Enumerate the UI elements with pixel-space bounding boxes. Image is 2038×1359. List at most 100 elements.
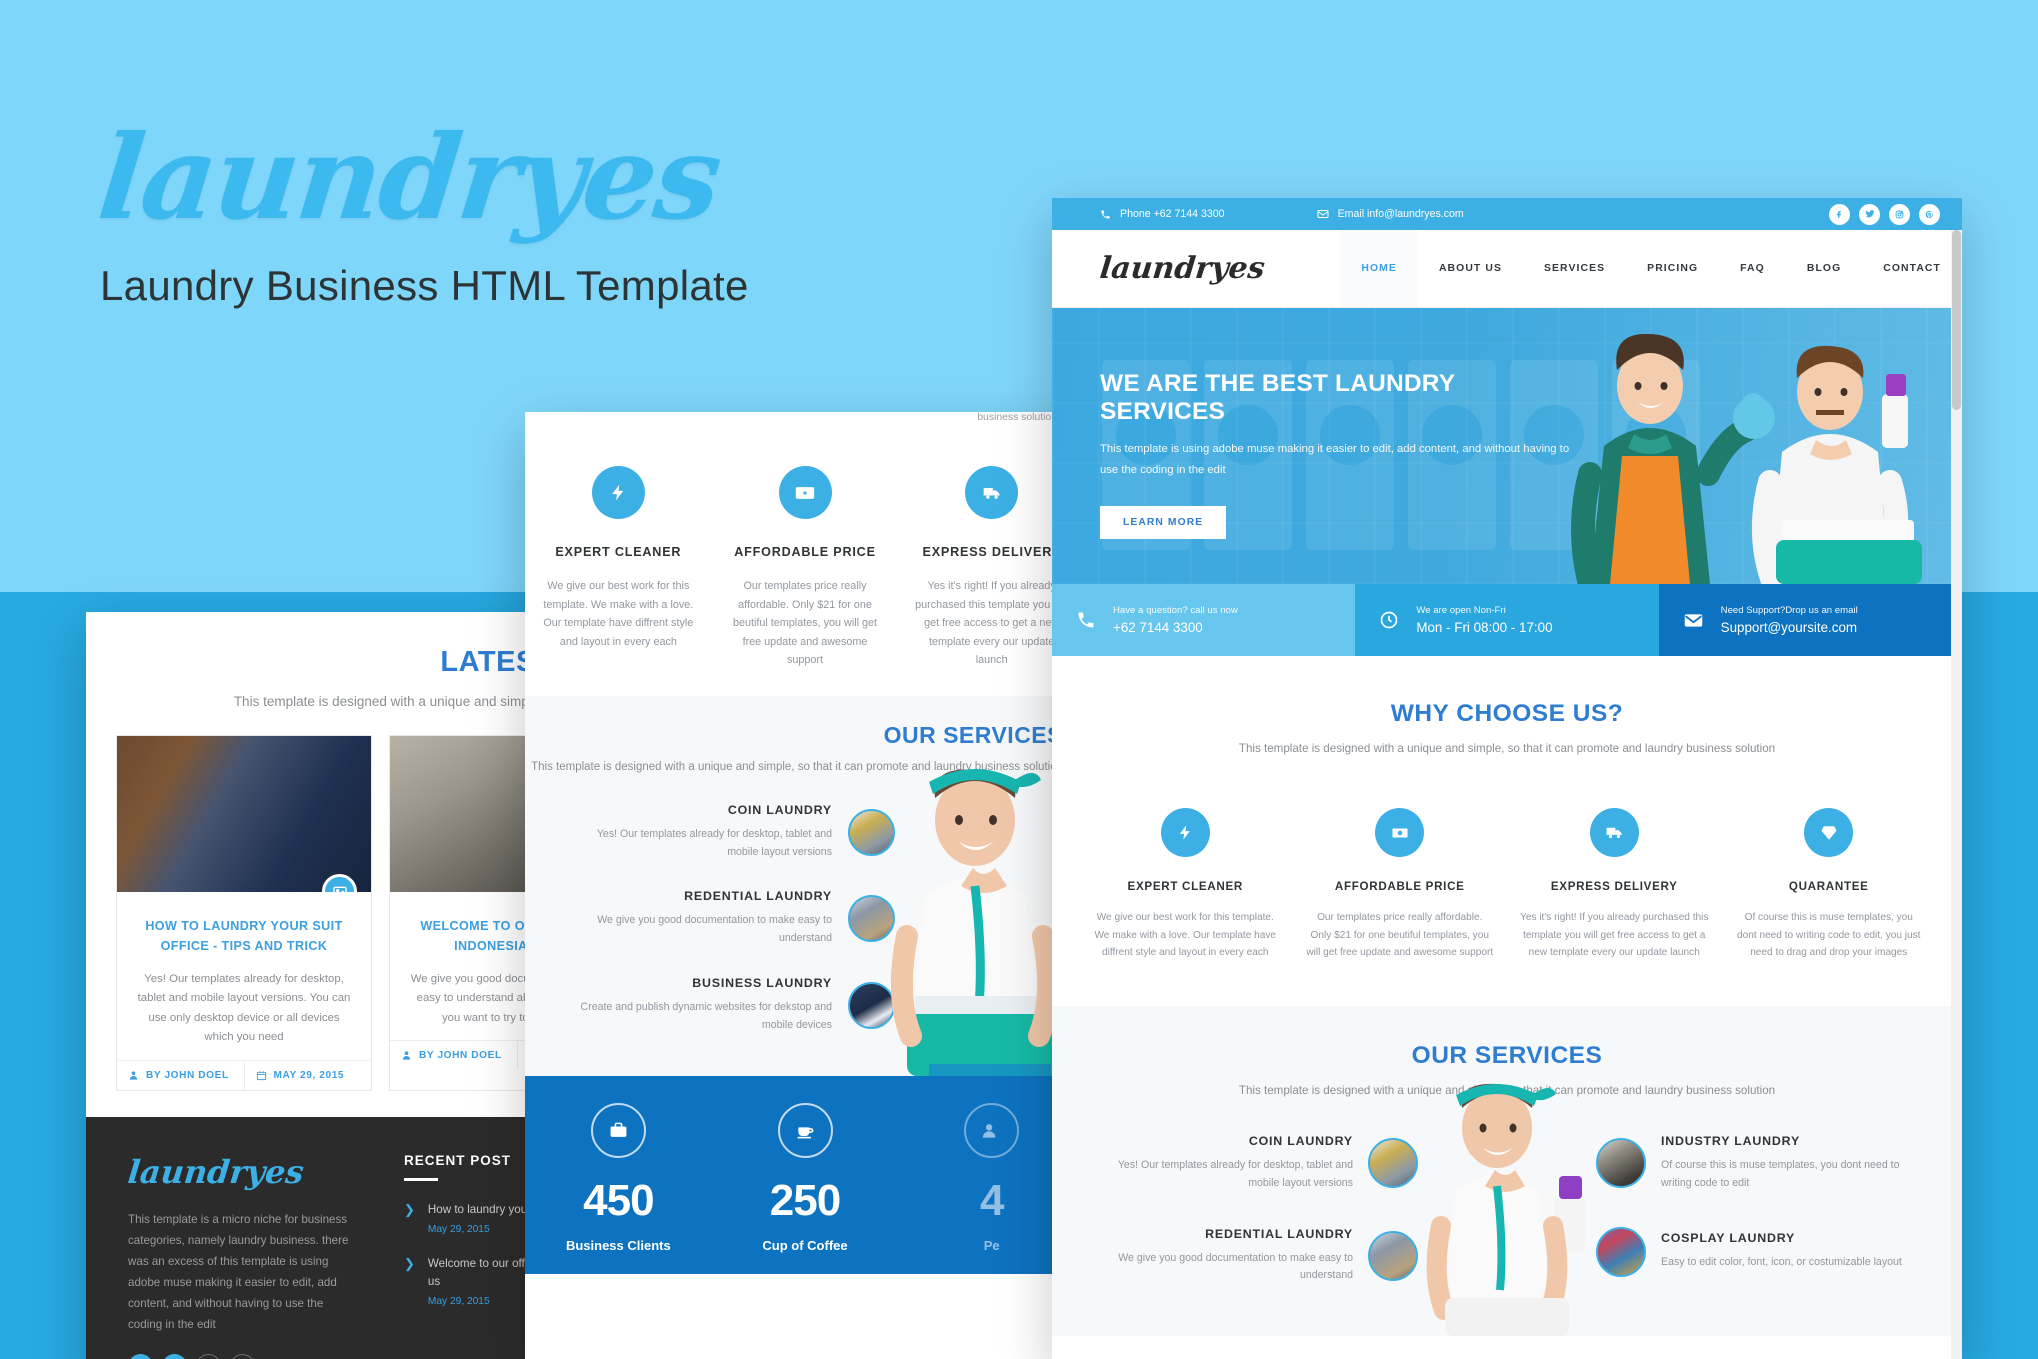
info-hours-card[interactable]: We are open Non-Fri Mon - Fri 08:00 - 17… bbox=[1355, 584, 1659, 656]
why-subtitle: This template is designed with a unique … bbox=[1238, 742, 1776, 755]
promo-subtitle: Laundry Business HTML Template bbox=[100, 262, 749, 309]
footer-social-list bbox=[128, 1353, 358, 1359]
diamond-icon bbox=[1804, 808, 1854, 858]
promo-block: laundryes Laundry Business HTML Template bbox=[93, 110, 800, 310]
user-icon bbox=[402, 1051, 411, 1060]
service-text: Of course this is muse templates, you do… bbox=[1661, 1158, 1900, 1189]
topbar-email[interactable]: Email info@laundryes.com bbox=[1317, 208, 1464, 220]
service-title: COIN LAUNDRY bbox=[1248, 1133, 1353, 1148]
facebook-icon[interactable] bbox=[1829, 203, 1850, 225]
nav-item-pricing[interactable]: PRICING bbox=[1626, 230, 1719, 307]
facebook-icon[interactable] bbox=[128, 1353, 153, 1359]
stat-label: Cup of Coffee bbox=[762, 1237, 848, 1253]
envelope-icon bbox=[1317, 210, 1329, 218]
topbar-social-list bbox=[1829, 203, 1940, 225]
promo-logo: laundryes bbox=[92, 110, 726, 246]
nav-item-faq[interactable]: FAQ bbox=[1719, 230, 1786, 307]
info-call-card[interactable]: Have a question? call us now +62 7144 33… bbox=[1052, 584, 1356, 656]
info-support-small: Need Support?Drop us an email bbox=[1720, 605, 1858, 616]
nav-logo[interactable]: laundryes bbox=[1098, 251, 1266, 286]
hero-content: WE ARE THE BEST LAUNDRY SERVICES This te… bbox=[1052, 308, 1572, 540]
blog-post-date: MAY 29, 2015 bbox=[243, 1060, 372, 1090]
hero-text: This template is using adobe muse making… bbox=[1100, 443, 1570, 476]
mid-feature-text: Yes it's right! If you already purchased… bbox=[915, 580, 1069, 667]
calendar-icon bbox=[256, 1071, 266, 1081]
truck-icon bbox=[1589, 808, 1639, 858]
briefcase-icon bbox=[590, 1102, 646, 1158]
stat-card: 250 Cup of Coffee bbox=[712, 1102, 899, 1253]
main-navbar: laundryes HOME ABOUT US SERVICES PRICING… bbox=[1052, 230, 1962, 308]
mid-feature-card: AFFORDABLE PRICE Our templates price rea… bbox=[712, 466, 899, 670]
service-item-industry-laundry[interactable]: INDUSTRY LAUNDRY Of course this is muse … bbox=[1596, 1134, 1926, 1193]
pinterest-icon[interactable] bbox=[1919, 203, 1940, 225]
why-card-text: Yes it's right! If you already purchased… bbox=[1520, 912, 1709, 959]
pinterest-icon[interactable] bbox=[230, 1353, 255, 1359]
stat-card: 450 Business Clients bbox=[525, 1102, 712, 1253]
stat-number: 450 bbox=[583, 1175, 654, 1225]
mid-service-text: Yes! Our templates already for desktop, … bbox=[596, 827, 832, 858]
why-card-quarantee: QUARANTEE Of course this is muse templat… bbox=[1722, 808, 1937, 962]
info-call-small: Have a question? call us now bbox=[1113, 605, 1238, 616]
nav-item-home[interactable]: HOME bbox=[1340, 230, 1418, 307]
blog-post-title[interactable]: HOW TO LAUNDRY YOUR SUIT OFFICE - TIPS A… bbox=[133, 916, 355, 956]
nav-item-services[interactable]: SERVICES bbox=[1523, 230, 1626, 307]
topbar-phone[interactable]: Phone +62 7144 3300 bbox=[1100, 208, 1225, 220]
scrollbar-thumb[interactable] bbox=[1952, 230, 1961, 410]
chevron-right-icon: ❯ bbox=[404, 1201, 415, 1217]
mid-service-title: REDENTIAL LAUNDRY bbox=[684, 889, 832, 904]
instagram-icon[interactable] bbox=[1889, 203, 1910, 225]
mid-feature-title: EXPERT CLEANER bbox=[555, 545, 682, 559]
mid-services-section: OUR SERVICES This template is designed w… bbox=[525, 695, 1085, 1076]
learn-more-button[interactable]: LEARN MORE bbox=[1100, 506, 1227, 540]
mid-service-text: We give you good documentation to make e… bbox=[597, 914, 832, 945]
page-scrollbar[interactable] bbox=[1951, 230, 1962, 1359]
service-text: Yes! Our templates already for desktop, … bbox=[1117, 1158, 1353, 1189]
mid-feature-title: EXPRESS DELIVERY bbox=[922, 545, 1061, 559]
user-icon bbox=[129, 1071, 138, 1080]
hero-section: WE ARE THE BEST LAUNDRY SERVICES This te… bbox=[1052, 308, 1962, 584]
footer-title-rule bbox=[404, 1177, 438, 1181]
why-card-text: We give our best work for this template.… bbox=[1094, 912, 1277, 959]
nav-item-contact[interactable]: CONTACT bbox=[1862, 230, 1962, 307]
truck-icon bbox=[965, 466, 1019, 519]
users-icon bbox=[964, 1102, 1020, 1158]
blog-post-card[interactable]: HOW TO LAUNDRY YOUR SUIT OFFICE - TIPS A… bbox=[116, 735, 372, 1091]
mid-service-item[interactable]: BUSINESS LAUNDRY Create and publish dyna… bbox=[565, 976, 895, 1035]
stat-number: 250 bbox=[769, 1175, 841, 1225]
service-text: We give you good documentation to make e… bbox=[1118, 1251, 1353, 1282]
services-right-column: INDUSTRY LAUNDRY Of course this is muse … bbox=[1596, 1134, 1926, 1319]
twitter-icon[interactable] bbox=[162, 1353, 187, 1359]
why-card-expert-cleaner: EXPERT CLEANER We give our best work for… bbox=[1078, 808, 1293, 962]
service-item-redential-laundry[interactable]: REDENTIAL LAUNDRY We give you good docum… bbox=[1088, 1227, 1418, 1286]
why-card-affordable-price: AFFORDABLE PRICE Our templates price rea… bbox=[1293, 808, 1508, 962]
laundry-staff-photo bbox=[1571, 334, 1922, 584]
image-icon bbox=[322, 874, 357, 893]
service-item-coin-laundry[interactable]: COIN LAUNDRY Yes! Our templates already … bbox=[1088, 1134, 1418, 1193]
service-title: INDUSTRY LAUNDRY bbox=[1661, 1133, 1801, 1148]
coffee-icon bbox=[777, 1102, 833, 1158]
mid-service-item[interactable]: REDENTIAL LAUNDRY We give you good docum… bbox=[565, 889, 895, 948]
bolt-icon bbox=[591, 466, 645, 519]
money-icon bbox=[778, 466, 832, 519]
service-item-cosplay-laundry[interactable]: COSPLAY LAUNDRY Easy to edit color, font… bbox=[1596, 1226, 1926, 1277]
service-title: COSPLAY LAUNDRY bbox=[1661, 1231, 1796, 1246]
topbar-email-text: Email info@laundryes.com bbox=[1337, 208, 1464, 220]
why-card-text: Of course this is muse templates, you do… bbox=[1737, 912, 1921, 959]
service-title: REDENTIAL LAUNDRY bbox=[1205, 1226, 1353, 1241]
footer-logo: laundryes bbox=[126, 1152, 306, 1191]
nav-item-about-us[interactable]: ABOUT US bbox=[1418, 230, 1523, 307]
why-card-express-delivery: EXPRESS DELIVERY Yes it's right! If you … bbox=[1507, 808, 1722, 962]
mid-stats-section: 450 Business Clients 250 Cup of Coffee 4… bbox=[525, 1075, 1085, 1274]
nav-item-blog[interactable]: BLOG bbox=[1786, 230, 1862, 307]
main-browser-window: Phone +62 7144 3300 Email info@laundryes… bbox=[1052, 198, 1962, 1359]
suit-photo bbox=[117, 736, 371, 893]
why-card-title: AFFORDABLE PRICE bbox=[1334, 880, 1465, 894]
twitter-icon[interactable] bbox=[1859, 203, 1880, 225]
hero-title: WE ARE THE BEST LAUNDRY SERVICES bbox=[1100, 370, 1455, 425]
instagram-icon[interactable] bbox=[196, 1353, 221, 1359]
mid-feature-card: EXPERT CLEANER We give our best work for… bbox=[525, 466, 712, 670]
info-support-card[interactable]: Need Support?Drop us an email Support@yo… bbox=[1658, 584, 1962, 656]
why-choose-us-section: WHY CHOOSE US? This template is designed… bbox=[1052, 656, 1962, 769]
mid-service-item[interactable]: COIN LAUNDRY Yes! Our templates already … bbox=[565, 803, 895, 862]
why-card-title: EXPRESS DELIVERY bbox=[1550, 880, 1678, 894]
